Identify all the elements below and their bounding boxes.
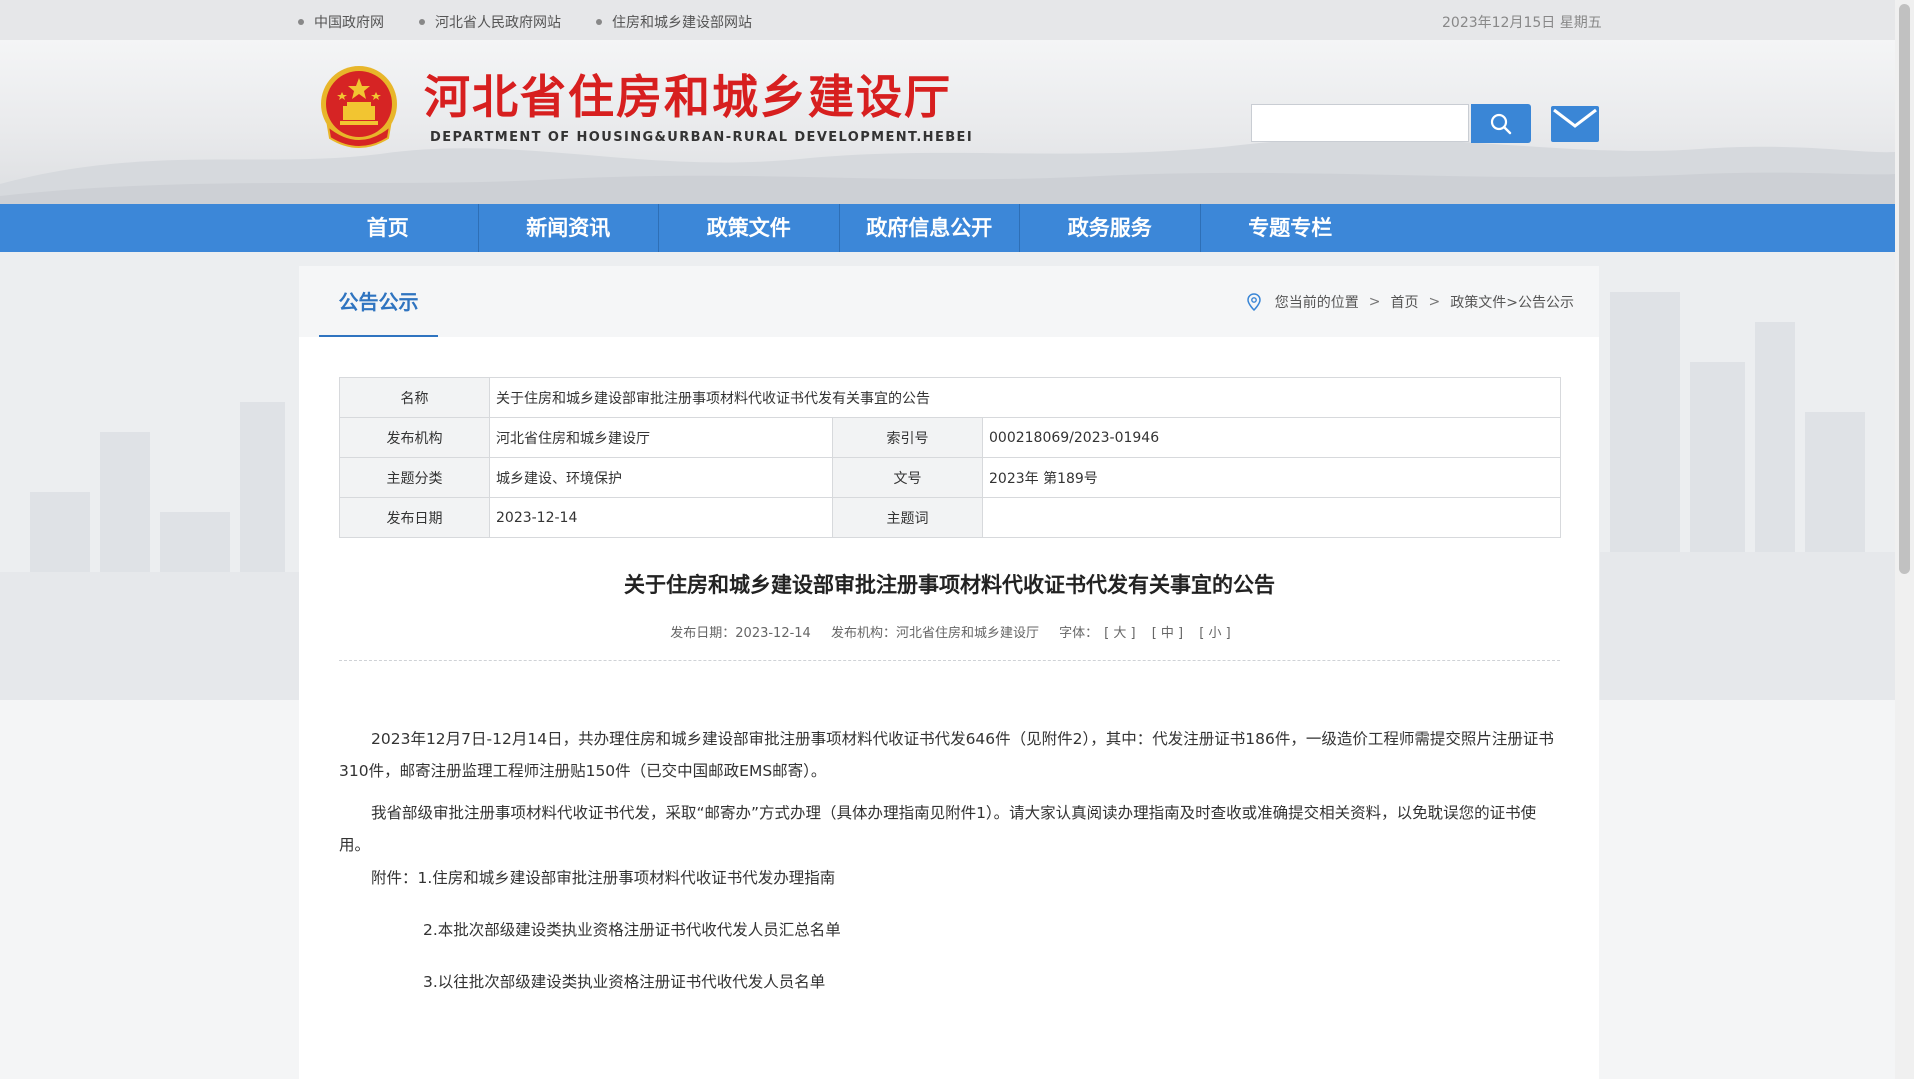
- keywords-value: [982, 497, 1561, 538]
- bullet-icon: [298, 19, 304, 25]
- search-input[interactable]: [1251, 104, 1469, 142]
- location-pin-icon: [1247, 293, 1261, 311]
- mountain-background: [0, 138, 1895, 204]
- search-button[interactable]: [1471, 104, 1531, 143]
- top-link-label: 河北省人民政府网站: [435, 15, 561, 31]
- breadcrumb-separator: >: [1368, 294, 1381, 310]
- mail-icon[interactable]: [1551, 106, 1599, 142]
- top-link-label: 中国政府网: [314, 15, 384, 31]
- article-meta: 发布日期：2023-12-14 发布机构：河北省住房和城乡建设厅 字体： [ 大 …: [339, 622, 1560, 641]
- scrollbar-thumb[interactable]: [1899, 4, 1910, 574]
- divider: [339, 660, 1560, 661]
- top-bar: 中国政府网 河北省人民政府网站 住房和城乡建设部网站 2023年12月15日 星…: [0, 0, 1895, 40]
- main-nav: 首页 新闻资讯 政策文件 政府信息公开 政务服务 专题专栏: [0, 204, 1895, 252]
- top-link-mohurd[interactable]: 住房和城乡建设部网站: [596, 12, 752, 32]
- nav-item-news[interactable]: 新闻资讯: [479, 204, 659, 252]
- name-value: 关于住房和城乡建设部审批注册事项材料代收证书代发有关事宜的公告: [489, 377, 1561, 418]
- current-date: 2023年12月15日 星期五: [1442, 15, 1602, 31]
- national-emblem-icon: [321, 66, 397, 148]
- site-subtitle: DEPARTMENT OF HOUSING&URBAN-RURAL DEVELO…: [430, 130, 974, 145]
- table-row: 主题分类 城乡建设、环境保护 文号 2023年 第189号: [339, 457, 1561, 498]
- nav-item-gov-info[interactable]: 政府信息公开: [840, 204, 1020, 252]
- top-link-label: 住房和城乡建设部网站: [612, 15, 752, 31]
- tab-announcements[interactable]: 公告公示: [319, 266, 438, 337]
- site-header: 河北省住房和城乡建设厅 DEPARTMENT OF HOUSING&URBAN-…: [0, 40, 1895, 204]
- top-link-gov-cn[interactable]: 中国政府网: [298, 12, 384, 32]
- site-title: 河北省住房和城乡建设厅: [424, 70, 952, 124]
- font-size-small-button[interactable]: [ 小 ]: [1199, 626, 1230, 641]
- font-size-medium-button[interactable]: [ 中 ]: [1152, 626, 1183, 641]
- meta-font-label: 字体：: [1059, 626, 1099, 641]
- top-link-hebei-gov[interactable]: 河北省人民政府网站: [419, 12, 561, 32]
- docno-label: 文号: [832, 457, 983, 498]
- content-panel: 公告公示 您当前的位置 > 首页 > 政策文件>公告公示 名称 关于住房和城乡建…: [299, 266, 1599, 1079]
- table-row: 名称 关于住房和城乡建设部审批注册事项材料代收证书代发有关事宜的公告: [339, 377, 1561, 418]
- table-row: 发布机构 河北省住房和城乡建设厅 索引号 000218069/2023-0194…: [339, 417, 1561, 458]
- name-label: 名称: [339, 377, 490, 418]
- nav-item-home[interactable]: 首页: [298, 204, 479, 252]
- bullet-icon: [596, 19, 602, 25]
- breadcrumb: 您当前的位置 > 首页 > 政策文件>公告公示: [1247, 292, 1574, 312]
- page-scrollbar[interactable]: [1895, 0, 1914, 1079]
- breadcrumb-separator: >: [1428, 294, 1441, 310]
- topic-value: 城乡建设、环境保护: [489, 457, 833, 498]
- nav-item-services[interactable]: 政务服务: [1020, 204, 1201, 252]
- article-paragraph-1: 2023年12月7日-12月14日，共办理住房和城乡建设部审批注册事项材料代收证…: [339, 730, 1554, 780]
- bullet-icon: [419, 19, 425, 25]
- attachment-1-link[interactable]: 附件：1.住房和城乡建设部审批注册事项材料代收证书代发办理指南: [371, 866, 835, 888]
- meta-date: 发布日期：2023-12-14: [670, 626, 811, 641]
- font-size-large-button[interactable]: [ 大 ]: [1104, 626, 1135, 641]
- publisher-value: 河北省住房和城乡建设厅: [489, 417, 833, 458]
- breadcrumb-path[interactable]: 政策文件>公告公示: [1450, 292, 1574, 312]
- keywords-label: 主题词: [832, 497, 983, 538]
- publisher-label: 发布机构: [339, 417, 490, 458]
- search-icon: [1490, 113, 1512, 134]
- article-title: 关于住房和城乡建设部审批注册事项材料代收证书代发有关事宜的公告: [624, 573, 1275, 597]
- attachment-2-link[interactable]: 2.本批次部级建设类执业资格注册证书代收代发人员汇总名单: [423, 918, 841, 940]
- index-label: 索引号: [832, 417, 983, 458]
- breadcrumb-home[interactable]: 首页: [1391, 292, 1419, 312]
- document-info-table: 名称 关于住房和城乡建设部审批注册事项材料代收证书代发有关事宜的公告 发布机构 …: [339, 377, 1561, 538]
- topic-label: 主题分类: [339, 457, 490, 498]
- index-value: 000218069/2023-01946: [982, 417, 1561, 458]
- date-value: 2023-12-14: [489, 497, 833, 538]
- meta-org: 发布机构：河北省住房和城乡建设厅: [830, 626, 1039, 641]
- article-paragraph-2: 我省部级审批注册事项材料代收证书代发，采取“邮寄办”方式办理（具体办理指南见附件…: [339, 804, 1537, 854]
- panel-header: 公告公示 您当前的位置 > 首页 > 政策文件>公告公示: [299, 266, 1599, 337]
- nav-item-topics[interactable]: 专题专栏: [1201, 204, 1381, 252]
- breadcrumb-prefix: 您当前的位置: [1274, 295, 1359, 311]
- table-row: 发布日期 2023-12-14 主题词: [339, 497, 1561, 538]
- docno-value: 2023年 第189号: [982, 457, 1561, 498]
- date-label: 发布日期: [339, 497, 490, 538]
- attachment-3-link[interactable]: 3.以往批次部级建设类执业资格注册证书代收代发人员名单: [423, 970, 825, 992]
- nav-item-policy[interactable]: 政策文件: [659, 204, 840, 252]
